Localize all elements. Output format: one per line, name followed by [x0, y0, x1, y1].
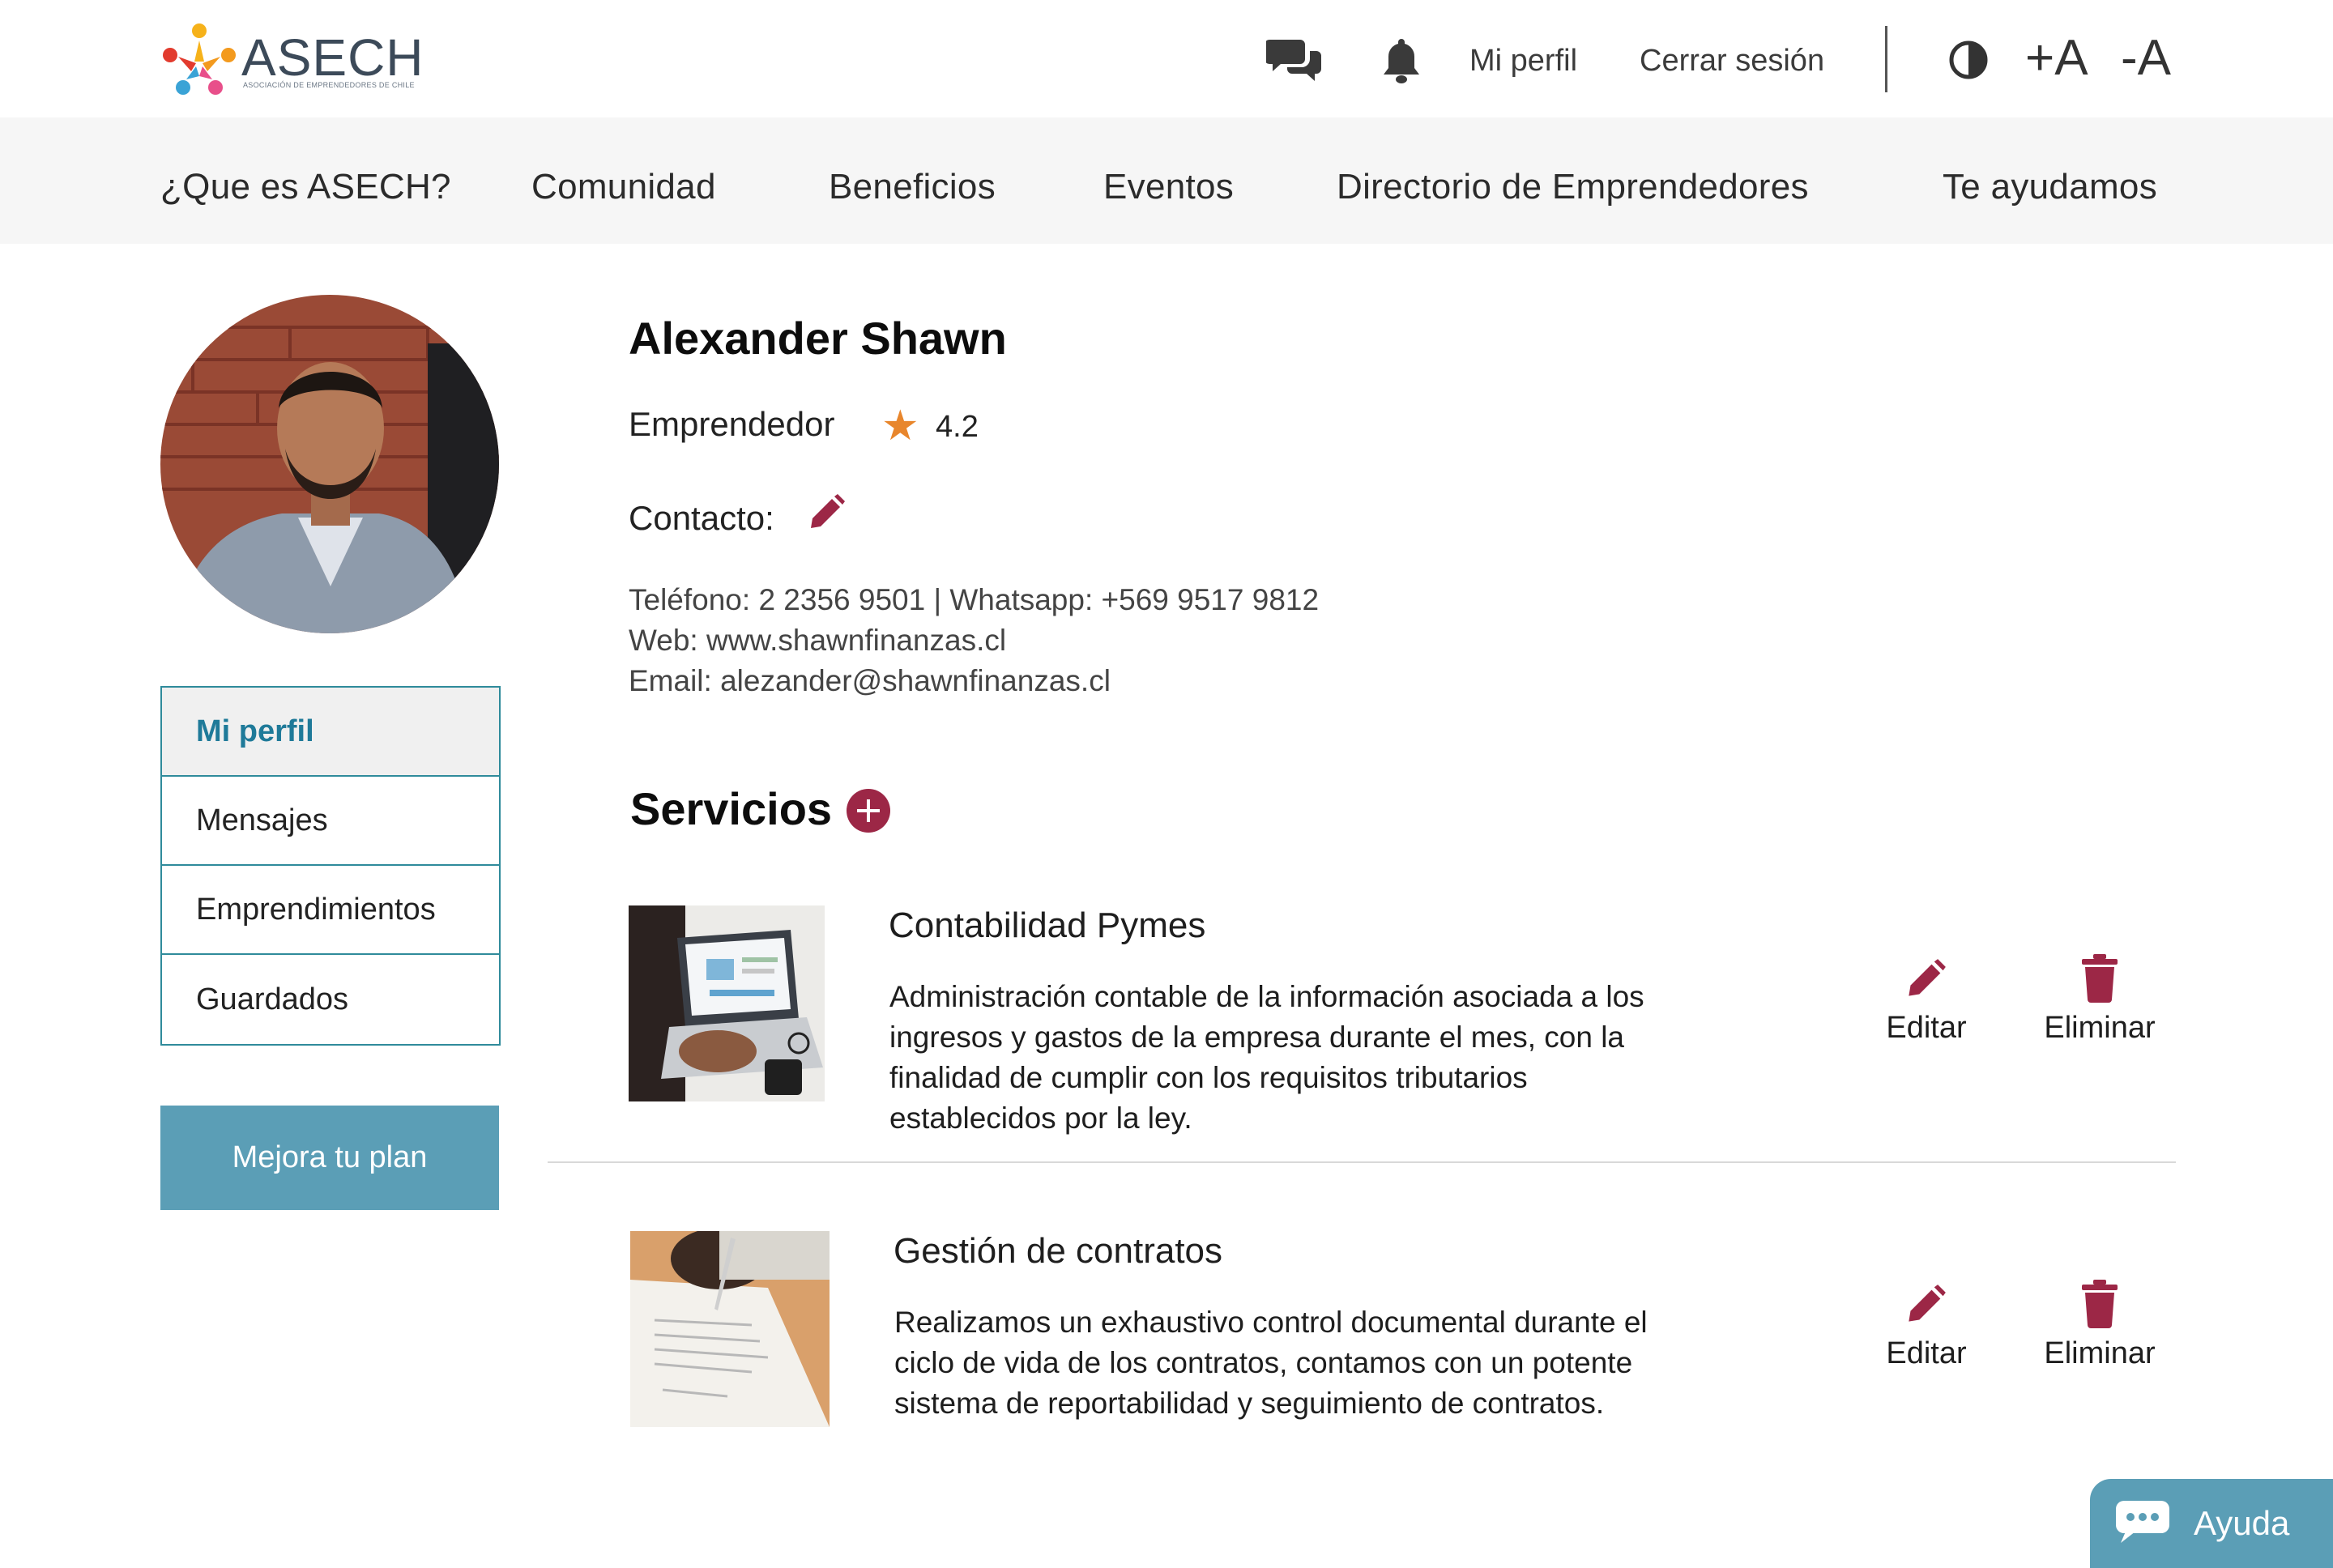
- service-title: Gestión de contratos: [894, 1231, 1223, 1271]
- star-icon: ★: [881, 403, 919, 450]
- pencil-icon: [1904, 952, 1949, 1004]
- help-chat-button[interactable]: Ayuda: [2090, 1479, 2333, 1568]
- service-description: Realizamos un exhaustivo control documen…: [894, 1306, 1648, 1420]
- font-increase-button[interactable]: +A: [2025, 29, 2088, 87]
- profile-side-menu: Mi perfil Mensajes Emprendimientos Guard…: [160, 686, 501, 1046]
- edit-contact-pencil-icon[interactable]: [808, 492, 847, 531]
- service-description: Administración contable de la informació…: [889, 980, 1644, 1135]
- edit-label: Editar: [1886, 1336, 1967, 1370]
- edit-service-button[interactable]: Editar: [1862, 952, 1991, 1046]
- font-decrease-button[interactable]: -A: [2121, 29, 2171, 87]
- delete-service-button[interactable]: Eliminar: [2035, 1278, 2165, 1371]
- services-heading: Servicios: [630, 783, 833, 834]
- nav-item-eventos[interactable]: Eventos: [1103, 167, 1234, 207]
- contact-email[interactable]: Email: alezander@shawnfinanzas.cl: [629, 664, 1111, 698]
- edit-service-button[interactable]: Editar: [1862, 1278, 1991, 1371]
- delete-label: Eliminar: [2044, 1011, 2156, 1045]
- service-image-contracts: [630, 1231, 830, 1427]
- upgrade-plan-button[interactable]: Mejora tu plan: [160, 1106, 499, 1210]
- delete-service-button[interactable]: Eliminar: [2035, 952, 2165, 1046]
- help-label: Ayuda: [2194, 1504, 2290, 1542]
- trash-icon: [2077, 1278, 2122, 1330]
- side-item-mensajes[interactable]: Mensajes: [162, 777, 499, 866]
- service-title: Contabilidad Pymes: [889, 905, 1206, 945]
- contact-web[interactable]: Web: www.shawnfinanzas.cl: [629, 624, 1006, 658]
- asech-logo[interactable]: ASECH ASOCIACIÓN DE EMPRENDEDORES DE CHI…: [159, 23, 424, 100]
- my-profile-link[interactable]: Mi perfil: [1469, 44, 1577, 79]
- nav-item-te-ayudamos[interactable]: Te ayudamos: [1943, 167, 2157, 207]
- side-item-guardados[interactable]: Guardados: [162, 955, 499, 1044]
- nav-item-comunidad[interactable]: Comunidad: [531, 167, 716, 207]
- contact-phone: Teléfono: 2 2356 9501 | Whatsapp: +569 9…: [629, 583, 1320, 616]
- nav-item-que-es-asech[interactable]: ¿Que es ASECH?: [160, 167, 451, 207]
- chat-bubbles-icon[interactable]: [1262, 28, 1327, 92]
- delete-label: Eliminar: [2044, 1336, 2156, 1370]
- avatar: [160, 295, 499, 633]
- contrast-icon[interactable]: [1936, 28, 2001, 92]
- header-divider: [1885, 26, 1887, 92]
- service-image-accounting: [629, 905, 825, 1101]
- side-item-mi-perfil[interactable]: Mi perfil: [162, 688, 499, 777]
- asech-logo-mark: [163, 23, 236, 95]
- contact-label: Contacto:: [629, 499, 774, 537]
- service-divider: [548, 1161, 2176, 1163]
- bell-icon[interactable]: [1369, 28, 1434, 92]
- chat-icon: [2114, 1499, 2171, 1549]
- edit-label: Editar: [1886, 1011, 1967, 1045]
- logo-wordmark: ASECH: [241, 28, 424, 87]
- profile-role: Emprendedor: [629, 405, 835, 443]
- nav-item-beneficios[interactable]: Beneficios: [829, 167, 996, 207]
- trash-icon: [2077, 952, 2122, 1004]
- profile-name: Alexander Shawn: [629, 313, 1007, 364]
- add-service-plus-icon[interactable]: [846, 788, 891, 833]
- pencil-icon: [1904, 1278, 1949, 1330]
- side-item-emprendimientos[interactable]: Emprendimientos: [162, 866, 499, 955]
- logout-link[interactable]: Cerrar sesión: [1640, 44, 1824, 79]
- logo-subtitle: ASOCIACIÓN DE EMPRENDEDORES DE CHILE: [243, 81, 415, 89]
- profile-rating: 4.2: [936, 410, 979, 444]
- nav-item-directorio[interactable]: Directorio de Emprendedores: [1337, 167, 1809, 207]
